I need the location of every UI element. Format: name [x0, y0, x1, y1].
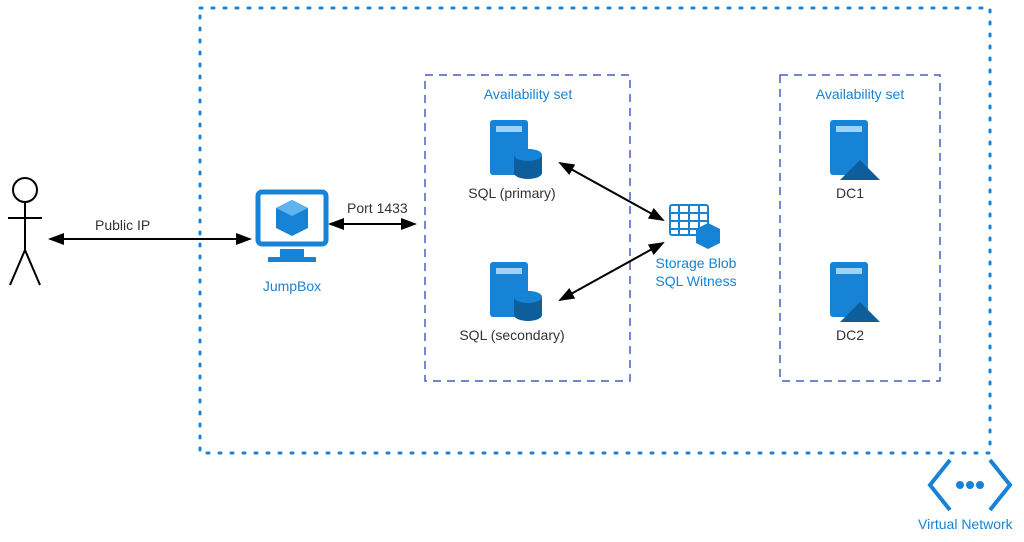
sql-primary-icon [490, 120, 542, 179]
vnet-label: Virtual Network [918, 516, 1013, 532]
sql-primary-label: SQL (primary) [452, 185, 572, 201]
port-label: Port 1433 [347, 200, 408, 216]
jumpbox-label: JumpBox [232, 278, 352, 294]
dc2-label: DC2 [790, 327, 910, 343]
user-icon [8, 178, 42, 285]
diagram-canvas [0, 0, 1024, 542]
storage-blob-icon [670, 205, 720, 249]
sql-secondary-label: SQL (secondary) [452, 327, 572, 343]
sql-secondary-icon [490, 262, 542, 321]
arrow-sqlprimary-storage [560, 163, 663, 220]
storage-line2: SQL Witness [655, 273, 736, 289]
storage-label: Storage Blob SQL Witness [636, 255, 756, 290]
storage-line1: Storage Blob [656, 255, 737, 271]
dc1-icon [830, 120, 880, 180]
public-ip-label: Public IP [95, 217, 150, 233]
dc-set-title: Availability set [800, 86, 920, 102]
dc2-icon [830, 262, 880, 322]
sql-set-title: Availability set [468, 86, 588, 102]
vnet-icon [930, 460, 1010, 510]
dc1-label: DC1 [790, 185, 910, 201]
jumpbox-monitor-icon [258, 192, 326, 262]
